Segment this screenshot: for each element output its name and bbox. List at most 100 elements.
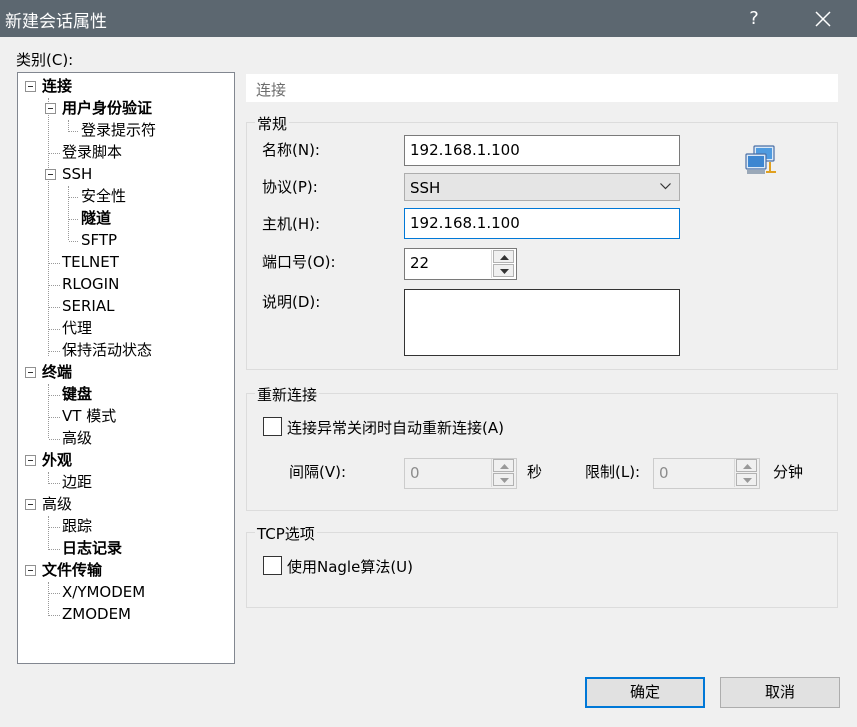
arrow-down-icon — [743, 478, 752, 483]
tree-line — [49, 527, 60, 528]
name-input[interactable]: 192.168.1.100 — [404, 135, 680, 166]
expander-icon[interactable] — [25, 565, 36, 576]
interval-increment-button[interactable] — [493, 459, 514, 472]
protocol-select[interactable]: SSH — [404, 173, 680, 201]
tree-line — [49, 615, 60, 616]
interval-input[interactable]: 0 — [404, 458, 517, 489]
tree-item-xymodem[interactable]: X/YMODEM — [62, 582, 145, 603]
tree-item-login-prompts[interactable]: 登录提示符 — [81, 120, 156, 141]
expander-icon[interactable] — [25, 367, 36, 378]
expander-icon[interactable] — [25, 499, 36, 510]
tree-line — [49, 263, 60, 264]
tree-item-authentication[interactable]: 用户身份验证 — [62, 98, 152, 119]
nagle-label[interactable]: 使用Nagle算法(U) — [287, 556, 413, 577]
tree-item-terminal-advanced[interactable]: 高级 — [62, 428, 92, 449]
close-button[interactable] — [797, 0, 849, 37]
host-label: 主机(H): — [262, 215, 321, 233]
tree-line — [69, 241, 78, 242]
expander-icon[interactable] — [45, 169, 56, 180]
limit-unit: 分钟 — [773, 463, 804, 481]
tree-line — [49, 351, 60, 352]
auto-reconnect-label[interactable]: 连接异常关闭时自动重新连接(A) — [287, 417, 504, 438]
tree-line — [49, 285, 60, 286]
tree-item-trace[interactable]: 跟踪 — [62, 516, 92, 537]
tree-item-zmodem[interactable]: ZMODEM — [62, 604, 131, 625]
tree-line — [69, 219, 78, 220]
tree-line — [49, 395, 60, 396]
arrow-down-icon — [500, 269, 509, 274]
cancel-button[interactable]: 取消 — [720, 677, 840, 708]
name-label: 名称(N): — [262, 141, 320, 159]
arrow-up-icon — [500, 464, 509, 469]
tree-item-serial[interactable]: SERIAL — [62, 296, 114, 317]
tree-line — [49, 329, 60, 330]
tree-item-security[interactable]: 安全性 — [81, 186, 126, 207]
tree-line — [48, 582, 49, 616]
interval-decrement-button[interactable] — [493, 473, 514, 486]
limit-spinner — [734, 459, 757, 487]
auto-reconnect-checkbox[interactable] — [263, 417, 282, 436]
tree-line — [49, 483, 60, 484]
page-header: 连接 — [246, 74, 838, 102]
tree-item-advanced[interactable]: 高级 — [42, 494, 72, 515]
tree-line — [49, 417, 60, 418]
tree-item-file-transfer[interactable]: 文件传输 — [42, 560, 102, 581]
tree-item-proxy[interactable]: 代理 — [62, 318, 92, 339]
category-tree[interactable]: 连接 用户身份验证 登录提示符 登录脚本 SSH 安全性 隧道 SFTP TEL… — [17, 72, 235, 664]
port-label: 端口号(O): — [262, 253, 336, 271]
tree-item-tunneling[interactable]: 隧道 — [81, 208, 111, 229]
tcp-group-title: TCP选项 — [255, 523, 317, 544]
tree-item-keyboard[interactable]: 键盘 — [62, 384, 92, 405]
tree-item-margins[interactable]: 边距 — [62, 472, 92, 493]
tree-item-vt-mode[interactable]: VT 模式 — [62, 406, 116, 427]
tree-item-logging[interactable]: 日志记录 — [62, 538, 122, 559]
tree-item-keep-alive[interactable]: 保持活动状态 — [62, 340, 152, 361]
port-decrement-button[interactable] — [493, 264, 514, 277]
expander-icon[interactable] — [25, 81, 36, 92]
description-textarea[interactable] — [404, 289, 680, 356]
window-title: 新建会话属性 — [5, 12, 107, 32]
port-value: 22 — [410, 254, 430, 272]
tree-item-appearance[interactable]: 外观 — [42, 450, 72, 471]
limit-value: 0 — [659, 464, 669, 482]
limit-input[interactable]: 0 — [653, 458, 760, 489]
network-computers-icon — [745, 145, 776, 174]
tree-item-connection[interactable]: 连接 — [42, 76, 72, 97]
nagle-checkbox[interactable] — [263, 556, 282, 575]
tree-item-terminal[interactable]: 终端 — [42, 362, 72, 383]
tree-item-sftp[interactable]: SFTP — [81, 230, 117, 251]
interval-label: 间隔(V): — [289, 463, 347, 481]
host-input[interactable]: 192.168.1.100 — [404, 208, 680, 239]
general-group: 常规 名称(N): 192.168.1.100 协议(P): SSH 主机(H)… — [246, 113, 838, 370]
tree-item-login-scripts[interactable]: 登录脚本 — [62, 142, 122, 163]
tree-line — [69, 197, 78, 198]
tree-line — [48, 384, 49, 438]
port-increment-button[interactable] — [493, 250, 514, 263]
tree-line — [69, 131, 78, 132]
tree-line — [49, 307, 60, 308]
interval-spinner — [491, 459, 514, 487]
tree-item-telnet[interactable]: TELNET — [62, 252, 119, 273]
limit-decrement-button[interactable] — [736, 473, 757, 486]
arrow-up-icon — [743, 464, 752, 469]
protocol-label: 协议(P): — [262, 178, 318, 196]
chevron-down-icon — [660, 183, 671, 190]
category-label: 类别(C): — [16, 51, 74, 69]
close-icon — [815, 11, 831, 27]
port-input[interactable]: 22 — [404, 248, 517, 280]
limit-increment-button[interactable] — [736, 459, 757, 472]
expander-icon[interactable] — [45, 103, 56, 114]
ok-button[interactable]: 确定 — [585, 677, 705, 708]
interval-value: 0 — [410, 464, 420, 482]
tree-line — [48, 516, 49, 550]
tcp-group: TCP选项 使用Nagle算法(U) — [246, 523, 838, 608]
help-button[interactable]: ? — [728, 0, 780, 37]
tree-line — [48, 98, 49, 356]
tree-line — [49, 593, 60, 594]
tree-line — [68, 186, 69, 240]
tree-item-ssh[interactable]: SSH — [62, 164, 92, 185]
arrow-down-icon — [500, 478, 509, 483]
port-spinner — [491, 250, 514, 278]
tree-item-rlogin[interactable]: RLOGIN — [62, 274, 119, 295]
expander-icon[interactable] — [25, 455, 36, 466]
